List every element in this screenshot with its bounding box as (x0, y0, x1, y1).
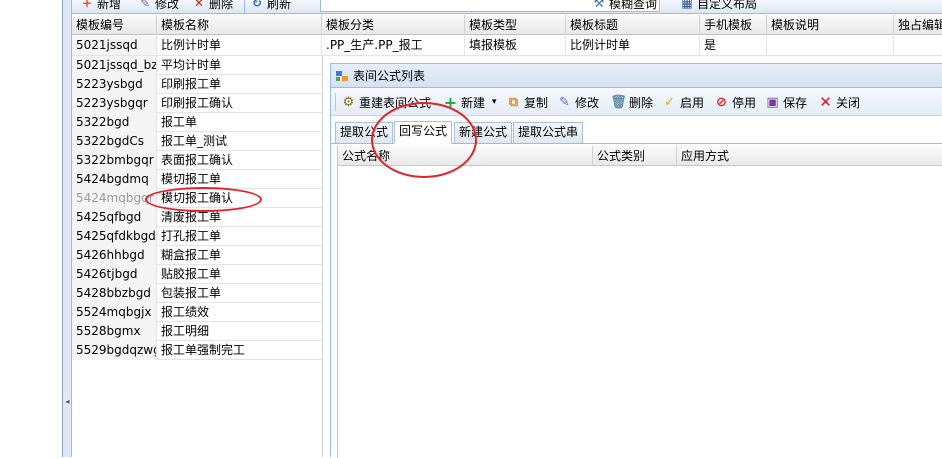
column-header-title[interactable]: 模板标题 (566, 15, 700, 35)
dialog-toolbar: ⚙ 重建表间公式 + 新建 ▾ ⧉ 复制 ✎ 修改 🗑 删除 ✓ 启用 ⊘ 停用 (331, 88, 942, 116)
table-row[interactable]: 5426tjbgd 贴胶报工单 (72, 265, 322, 284)
table-row[interactable]: 5223ysbgd 印刷报工单 (72, 75, 322, 94)
tab-extract-formula-string[interactable]: 提取公式串 (513, 122, 584, 143)
plus-icon: + (443, 92, 458, 112)
tab-extract-formula[interactable]: 提取公式 (335, 122, 394, 143)
column-header-type[interactable]: 模板类型 (465, 15, 566, 35)
fuzzy-search-button[interactable]: ⚒ 模糊查询 (592, 0, 657, 12)
cell-description (767, 36, 894, 55)
column-header-name[interactable]: 模板名称 (157, 15, 322, 35)
main-toolbar: + 新增 ✎ 修改 ✕ 删除 ↻ 刷新 ⚒ 模糊查询 ▦ 自定义布局 (72, 0, 942, 14)
list-divider (322, 56, 323, 457)
add-button[interactable]: + 新增 (80, 0, 121, 12)
formula-grid-header: 公式名称 公式类别 应用方式 (337, 146, 942, 166)
cell-name: 比例计时单 (157, 36, 322, 55)
delete-button[interactable]: ✕ 删除 (192, 0, 233, 12)
left-blank-area (0, 0, 62, 457)
cell-category: .PP_生产.PP_报工 (322, 36, 465, 55)
column-header-code[interactable]: 模板编号 (72, 15, 157, 35)
close-icon: ✕ (819, 93, 832, 111)
dialog-title-bar[interactable]: 表间公式列表 (331, 64, 942, 88)
table-row[interactable]: 5021jssqd_bz 平均计时单 (72, 56, 322, 75)
column-header-formula-name[interactable]: 公式名称 (338, 146, 593, 166)
column-header-mobile[interactable]: 手机模板 (700, 15, 767, 35)
x-icon: ✕ (193, 0, 205, 10)
table-row[interactable]: 5428bbzbgd 包装报工单 (72, 284, 322, 303)
gear-icon: ⚙ (342, 94, 355, 110)
table-row[interactable]: 5021jssqd 比例计时单 .PP_生产.PP_报工 填报模板 比例计时单 … (72, 36, 942, 56)
dialog-title: 表间公式列表 (353, 69, 426, 83)
cell-code: 5021jssqd (72, 36, 157, 55)
delete-button[interactable]: 🗑 删除 (610, 94, 653, 110)
trash-icon: 🗑 (610, 94, 627, 110)
left-splitter[interactable]: ◂ (63, 0, 72, 457)
table-row[interactable]: 5426hhbgd 糊盒报工单 (72, 246, 322, 265)
cell-exclusive (894, 36, 942, 55)
column-header-formula-category[interactable]: 公式类别 (593, 146, 677, 166)
plus-icon: + (81, 0, 93, 10)
table-row[interactable]: 5322bmbgqr 表面报工确认 (72, 151, 322, 170)
check-icon: ✓ (664, 94, 675, 110)
toolbar-separator (244, 0, 245, 13)
new-button[interactable]: + 新建 (443, 92, 485, 112)
custom-layout-button[interactable]: ▦ 自定义布局 (680, 0, 757, 12)
table-row[interactable]: 5528bgmx 报工明细 (72, 322, 322, 341)
formula-grid-body[interactable] (337, 166, 942, 458)
table-row[interactable]: 5223ysbgqr 印刷报工确认 (72, 94, 322, 113)
copy-button[interactable]: ⧉ 复制 (506, 94, 548, 110)
column-header-category[interactable]: 模板分类 (322, 15, 465, 35)
column-header-exclusive[interactable]: 独占编辑 (894, 15, 942, 35)
cell-mobile: 是 (700, 36, 767, 55)
column-header-description[interactable]: 模板说明 (767, 15, 894, 35)
magic-wand-icon: ⚒ (593, 0, 605, 10)
window-icon (336, 70, 348, 81)
edit-button[interactable]: ✎ 修改 (557, 94, 599, 110)
layout-icon: ▦ (681, 0, 693, 10)
new-dropdown-chevron-icon[interactable]: ▾ (492, 94, 497, 110)
tab-writeback-formula[interactable]: 回写公式 (394, 121, 453, 144)
table-row[interactable]: 5529bgdqzwg 报工单强制完工 (72, 341, 322, 360)
save-button[interactable]: ▣ 保存 (765, 94, 807, 110)
formula-tabs: 提取公式 回写公式 新建公式 提取公式串 (331, 116, 942, 144)
tab-new-formula[interactable]: 新建公式 (454, 122, 513, 143)
copy-icon: ⧉ (508, 94, 519, 110)
template-list: 5021jssqd_bz 平均计时单 5223ysbgd 印刷报工单 5223ysb… (72, 56, 322, 360)
table-row[interactable]: 5322bgd 报工单 (72, 113, 322, 132)
column-header-apply-mode[interactable]: 应用方式 (677, 146, 942, 166)
refresh-icon: ↻ (251, 0, 263, 10)
formula-list-dialog: 表间公式列表 ⚙ 重建表间公式 + 新建 ▾ ⧉ 复制 ✎ 修改 🗑 删除 ✓ … (330, 63, 942, 458)
pencil-icon: ✎ (559, 94, 570, 110)
edit-button[interactable]: ✎ 修改 (138, 0, 179, 12)
table-row-selected[interactable]: 5424mqbgqr 模切报工确认 (72, 189, 322, 208)
pencil-icon: ✎ (139, 0, 151, 10)
close-button[interactable]: ✕ 关闭 (818, 93, 860, 111)
disable-button[interactable]: ⊘ 停用 (714, 94, 756, 110)
refresh-button[interactable]: ↻ 刷新 (250, 0, 291, 12)
table-row[interactable]: 5425qfbgd 清废报工单 (72, 208, 322, 227)
table-row[interactable]: 5424bgdmq 模切报工单 (72, 170, 322, 189)
grid-header: 模板编号 模板名称 模板分类 模板类型 模板标题 手机模板 模板说明 独占编辑 (72, 15, 942, 35)
table-row[interactable]: 5425qfdkbgd 打孔报工单 (72, 227, 322, 246)
table-row[interactable]: 5524mqbgjx 报工绩效 (72, 303, 322, 322)
cell-type: 填报模板 (465, 36, 566, 55)
save-icon: ▣ (766, 94, 779, 110)
cell-title: 比例计时单 (566, 36, 700, 55)
rebuild-formula-button[interactable]: ⚙ 重建表间公式 (341, 94, 431, 110)
collapse-arrow-icon[interactable]: ◂ (64, 396, 71, 408)
table-row[interactable]: 5322bgdCs 报工单_测试 (72, 132, 322, 151)
ban-icon: ⊘ (716, 94, 727, 110)
enable-button[interactable]: ✓ 启用 (662, 94, 704, 110)
toolbar-grip (335, 93, 336, 111)
